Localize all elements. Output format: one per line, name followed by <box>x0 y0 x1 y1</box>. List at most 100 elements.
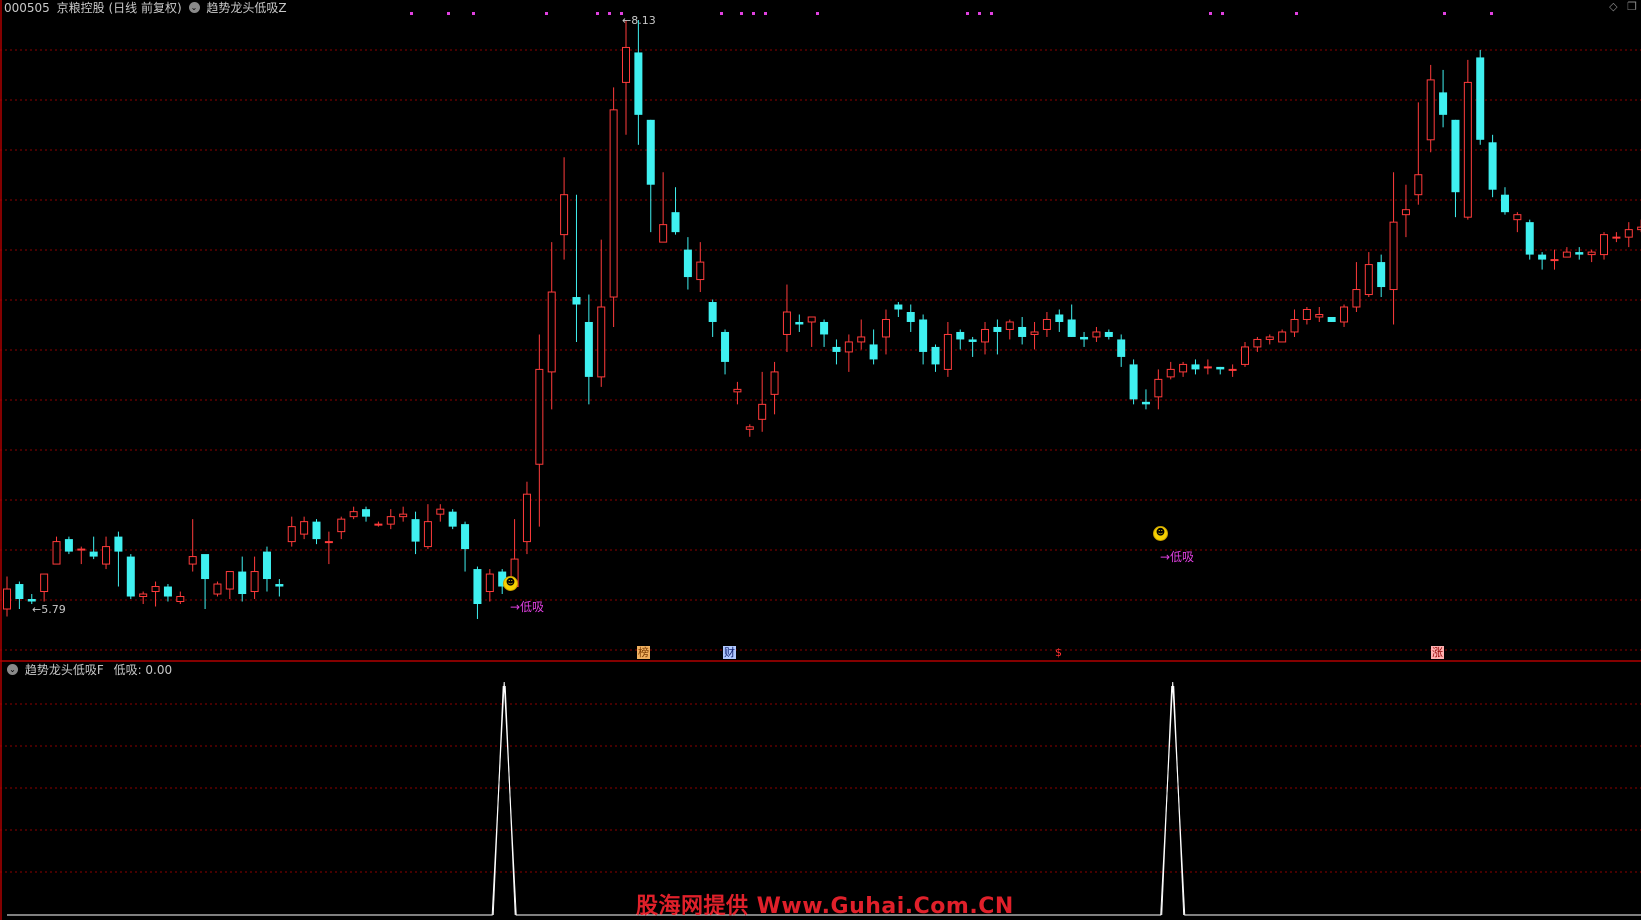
top-signal-dot <box>978 12 981 15</box>
candle-body <box>399 513 408 518</box>
candle-body <box>287 526 296 543</box>
candle-body <box>708 302 717 322</box>
top-signal-dot <box>608 12 611 15</box>
candle-body <box>448 511 457 527</box>
candle-body <box>114 536 123 552</box>
candle-body <box>362 509 371 517</box>
candle-body <box>1600 234 1609 256</box>
candle-body <box>1315 313 1324 318</box>
top-signal-dot <box>1221 12 1224 15</box>
top-signal-dot <box>740 12 743 15</box>
event-tag-dollar[interactable]: $ <box>1054 646 1063 659</box>
candle-body <box>1340 306 1349 323</box>
indicator-toggle-icon[interactable]: ⌄ <box>188 2 200 13</box>
candle-body <box>139 593 148 598</box>
candle-body <box>3 588 11 610</box>
top-signal-dot <box>545 12 548 15</box>
main-indicator-name[interactable]: 趋势龙头低吸Z <box>206 1 286 15</box>
smile-signal-icon: ☻ <box>503 576 518 591</box>
event-tag-rank[interactable]: 榜 <box>637 646 650 659</box>
candle-body <box>485 573 494 593</box>
sub-peak-edge <box>504 685 516 916</box>
low-price-label: ←5.79 <box>32 603 66 616</box>
candle-body <box>1488 142 1497 190</box>
candle-body <box>622 46 630 83</box>
candle-body <box>1055 314 1064 322</box>
candle-body <box>1637 226 1641 231</box>
candle-body <box>584 321 593 377</box>
candle-body <box>1352 289 1361 308</box>
candle-body <box>1587 251 1596 256</box>
candle-body <box>1624 229 1633 238</box>
candle-body <box>188 556 197 565</box>
top-signal-dot <box>1443 12 1446 15</box>
event-tag-limit-up[interactable]: 涨 <box>1431 646 1444 659</box>
candle-body <box>634 52 643 115</box>
candle-body <box>522 493 531 543</box>
candle-body <box>386 516 395 525</box>
candle-body <box>15 584 24 600</box>
candle-body <box>1500 194 1509 213</box>
top-signal-dot <box>966 12 969 15</box>
candle-body <box>324 541 333 544</box>
candle-body <box>1030 331 1039 335</box>
candle-body <box>721 331 730 362</box>
price-chart-svg[interactable] <box>0 0 1641 920</box>
candle-body <box>1104 331 1113 337</box>
candle-body <box>461 524 470 550</box>
candle-body <box>782 311 791 335</box>
candle-body <box>1612 236 1621 239</box>
candle-body <box>423 521 432 548</box>
candle-body <box>374 523 383 526</box>
candle-body <box>869 344 878 360</box>
top-signal-dot <box>764 12 767 15</box>
top-signal-dot <box>990 12 993 15</box>
candle-body <box>52 541 61 565</box>
sub-indicator-toggle-icon[interactable]: ⌄ <box>7 664 18 675</box>
candle-body <box>795 321 804 325</box>
candle-body <box>250 571 259 593</box>
candle-body <box>733 388 742 393</box>
candle-body <box>1253 338 1262 348</box>
sub-indicator-line <box>7 681 1641 916</box>
top-signal-dot <box>447 12 450 15</box>
candle-body <box>1451 119 1460 193</box>
diamond-icon[interactable]: ◇ <box>1609 0 1617 13</box>
candle-body <box>1141 401 1150 405</box>
candle-body <box>411 519 420 542</box>
candle-body <box>683 249 692 278</box>
window-icon[interactable]: ❐ <box>1627 0 1637 13</box>
event-tag-finance[interactable]: 财 <box>723 646 736 659</box>
candle-body <box>1278 331 1287 343</box>
top-signal-dot <box>1209 12 1212 15</box>
candle-body <box>1179 363 1188 373</box>
candle-body <box>820 321 829 335</box>
stock-code: 000505 <box>4 1 50 15</box>
candle-body <box>1426 79 1435 141</box>
candle-body <box>1018 326 1027 337</box>
sub-indicator-value: 低吸: 0.00 <box>113 663 173 677</box>
candle-body <box>349 511 358 518</box>
candle-body <box>1550 259 1559 262</box>
sub-peak-edge <box>492 685 504 916</box>
candle-body <box>436 508 445 515</box>
sub-indicator-name[interactable]: 趋势龙头低吸F <box>25 663 104 677</box>
candle-body <box>844 341 853 353</box>
candle-body <box>758 403 767 420</box>
candle-body <box>609 109 618 298</box>
candle-body <box>981 328 990 343</box>
candle-body <box>1216 366 1225 370</box>
window-controls: ◇ ❐ <box>1609 0 1637 13</box>
stock-name: 京粮控股 <box>56 1 105 15</box>
candle-body <box>473 569 482 604</box>
top-signal-dot <box>816 12 819 15</box>
high-price-label: ←8.13 <box>622 14 656 27</box>
candle-body <box>1290 318 1299 333</box>
candle-body <box>968 339 977 342</box>
candle-body <box>1377 262 1386 288</box>
candle-body <box>770 371 779 395</box>
candle-body <box>881 318 890 338</box>
candle-body <box>1265 336 1274 340</box>
candle-body <box>919 319 928 352</box>
candle-body <box>64 539 73 552</box>
